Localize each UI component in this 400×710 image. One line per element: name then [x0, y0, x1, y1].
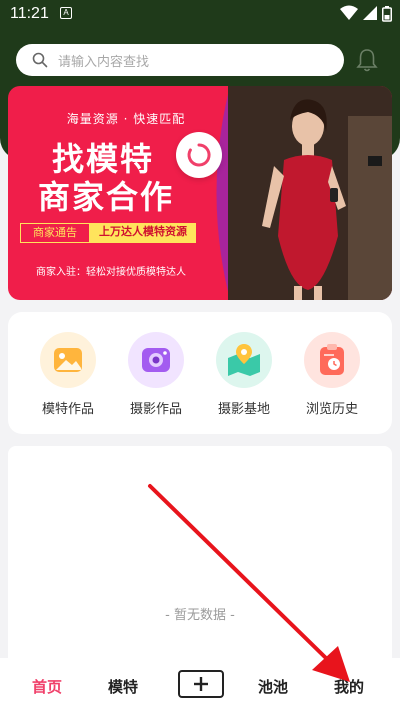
- bell-icon[interactable]: [356, 47, 378, 73]
- banner-subtitle: 商家入驻：轻松对接优质模特达人: [36, 267, 186, 278]
- tab-models[interactable]: 模特: [108, 676, 138, 697]
- category-grid: 模特作品 摄影作品 摄影基地 浏览历史: [8, 312, 392, 434]
- category-model-works[interactable]: 模特作品: [23, 332, 113, 417]
- tab-mine[interactable]: 我的: [334, 676, 364, 697]
- search-input[interactable]: 请输入内容查找: [16, 44, 344, 76]
- bottom-tab-bar: 首页 模特 池池 我的: [0, 658, 400, 710]
- loading-spinner: [176, 132, 222, 178]
- model-photo: [228, 86, 392, 300]
- signal-icon: [363, 6, 377, 20]
- status-time: 11:21: [10, 5, 49, 22]
- category-label: 模特作品: [41, 402, 94, 417]
- banner-pill-merchant: 商家通告: [20, 223, 90, 243]
- map-pin-icon: [216, 332, 272, 388]
- category-label: 浏览历史: [305, 402, 358, 417]
- category-photo-base[interactable]: 摄影基地: [199, 332, 289, 417]
- category-photo-works[interactable]: 摄影作品: [111, 332, 201, 417]
- empty-state-text: - 暂无数据 -: [165, 608, 235, 623]
- tab-home[interactable]: 首页: [32, 676, 62, 697]
- add-button[interactable]: [178, 670, 224, 698]
- banner-pill-resources: 上万达人模特资源: [90, 223, 196, 243]
- notification-icon: A: [60, 7, 72, 19]
- battery-icon: [382, 6, 392, 22]
- spinner-icon: [187, 143, 211, 167]
- category-label: 摄影基地: [217, 402, 270, 417]
- category-browse-history[interactable]: 浏览历史: [287, 332, 377, 417]
- banner-title-line2: 商家合作: [38, 178, 175, 216]
- content-list: - 暂无数据 -: [8, 446, 392, 658]
- promo-banner[interactable]: 海量资源 · 快速匹配 找模特 商家合作 商家通告 上万达人模特资源 商家入驻：…: [8, 86, 392, 300]
- clipboard-clock-icon: [304, 332, 360, 388]
- search-icon: [32, 52, 48, 68]
- banner-tagline: 海量资源 · 快速匹配: [66, 112, 186, 126]
- status-bar: 11:21 A: [0, 0, 400, 30]
- plus-icon: [194, 677, 208, 691]
- tab-pool[interactable]: 池池: [258, 676, 288, 697]
- image-icon: [40, 332, 96, 388]
- search-placeholder: 请输入内容查找: [58, 55, 150, 70]
- camera-icon: [128, 332, 184, 388]
- wifi-icon: [340, 5, 358, 20]
- category-label: 摄影作品: [129, 402, 182, 417]
